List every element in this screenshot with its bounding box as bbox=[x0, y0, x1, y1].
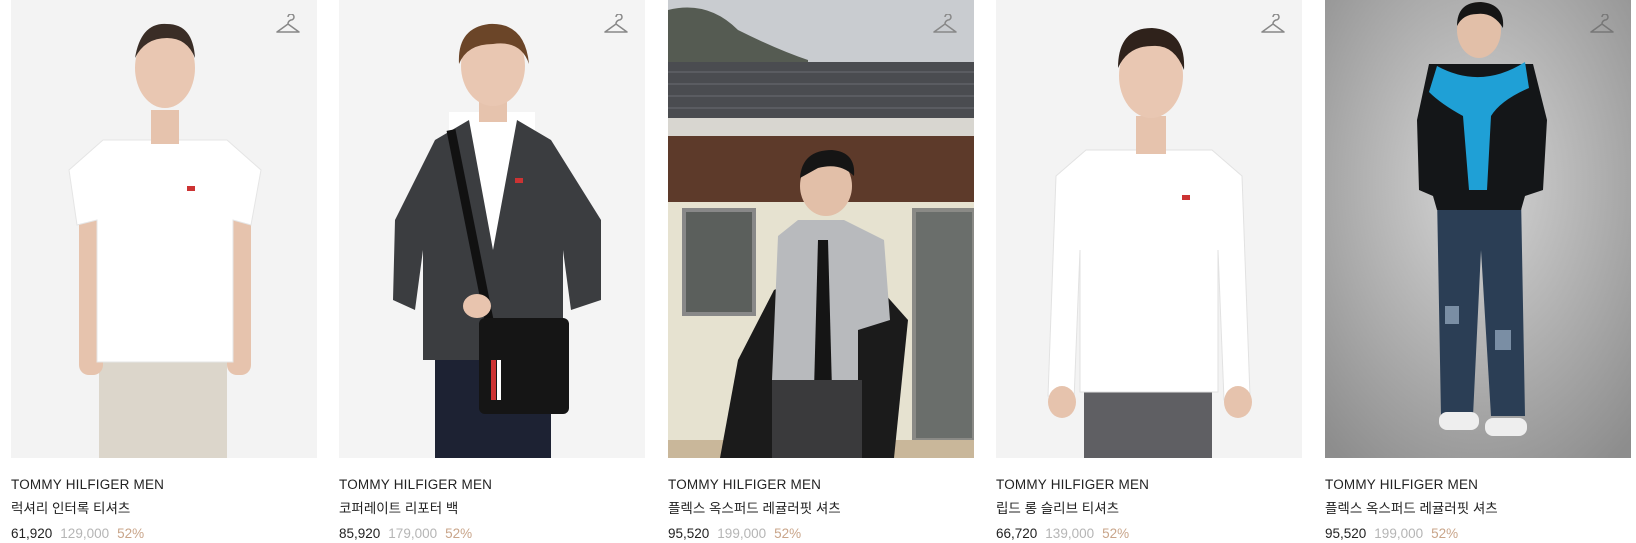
product-prices: 66,720 139,000 52% bbox=[996, 526, 1302, 542]
product-image[interactable] bbox=[339, 0, 645, 458]
hanger-icon[interactable] bbox=[932, 14, 958, 38]
original-price: 129,000 bbox=[60, 526, 110, 541]
model-photo bbox=[339, 0, 645, 458]
sale-price: 61,920 bbox=[11, 526, 53, 541]
product-card[interactable]: TOMMY HILFIGER MEN 플렉스 옥스퍼드 레귤러핏 셔츠 95,5… bbox=[1325, 0, 1631, 543]
original-price: 139,000 bbox=[1045, 526, 1095, 541]
sale-price: 95,520 bbox=[1325, 526, 1367, 541]
sale-price: 95,520 bbox=[668, 526, 710, 541]
product-brand[interactable]: TOMMY HILFIGER MEN bbox=[339, 477, 645, 493]
product-prices: 95,520 199,000 52% bbox=[668, 526, 974, 542]
product-name[interactable]: 럭셔리 인터록 티셔츠 bbox=[11, 501, 317, 517]
product-image[interactable] bbox=[668, 0, 974, 458]
model-photo bbox=[668, 0, 974, 458]
hanger-icon[interactable] bbox=[603, 14, 629, 38]
hanger-icon[interactable] bbox=[1589, 14, 1615, 38]
product-name[interactable]: 코퍼레이트 리포터 백 bbox=[339, 501, 645, 517]
product-name[interactable]: 플렉스 옥스퍼드 레귤러핏 셔츠 bbox=[1325, 501, 1631, 517]
model-photo bbox=[1325, 0, 1631, 458]
product-prices: 95,520 199,000 52% bbox=[1325, 526, 1631, 542]
product-image[interactable] bbox=[11, 0, 317, 458]
discount-rate: 52% bbox=[1431, 526, 1459, 541]
product-brand[interactable]: TOMMY HILFIGER MEN bbox=[1325, 477, 1631, 493]
discount-rate: 52% bbox=[1102, 526, 1130, 541]
original-price: 179,000 bbox=[388, 526, 438, 541]
product-name[interactable]: 립드 롱 슬리브 티셔츠 bbox=[996, 501, 1302, 517]
product-prices: 61,920 129,000 52% bbox=[11, 526, 317, 542]
discount-rate: 52% bbox=[774, 526, 802, 541]
hanger-icon[interactable] bbox=[1260, 14, 1286, 38]
product-card[interactable]: TOMMY HILFIGER MEN 플렉스 옥스퍼드 레귤러핏 셔츠 95,5… bbox=[668, 0, 974, 543]
product-brand[interactable]: TOMMY HILFIGER MEN bbox=[996, 477, 1302, 493]
discount-rate: 52% bbox=[445, 526, 473, 541]
product-grid: TOMMY HILFIGER MEN 럭셔리 인터록 티셔츠 61,920 129… bbox=[0, 0, 1636, 543]
product-image[interactable] bbox=[996, 0, 1302, 458]
sale-price: 85,920 bbox=[339, 526, 381, 541]
product-card[interactable]: TOMMY HILFIGER MEN 코퍼레이트 리포터 백 85,920 179… bbox=[339, 0, 645, 543]
product-brand[interactable]: TOMMY HILFIGER MEN bbox=[11, 477, 317, 493]
product-brand[interactable]: TOMMY HILFIGER MEN bbox=[668, 477, 974, 493]
product-card[interactable]: TOMMY HILFIGER MEN 립드 롱 슬리브 티셔츠 66,720 13… bbox=[996, 0, 1302, 543]
original-price: 199,000 bbox=[1374, 526, 1424, 541]
product-name[interactable]: 플렉스 옥스퍼드 레귤러핏 셔츠 bbox=[668, 501, 974, 517]
original-price: 199,000 bbox=[717, 526, 767, 541]
discount-rate: 52% bbox=[117, 526, 145, 541]
product-image[interactable] bbox=[1325, 0, 1631, 458]
product-prices: 85,920 179,000 52% bbox=[339, 526, 645, 542]
sale-price: 66,720 bbox=[996, 526, 1038, 541]
product-card[interactable]: TOMMY HILFIGER MEN 럭셔리 인터록 티셔츠 61,920 129… bbox=[11, 0, 317, 543]
hanger-icon[interactable] bbox=[275, 14, 301, 38]
model-photo bbox=[996, 0, 1302, 458]
model-photo bbox=[11, 0, 317, 458]
